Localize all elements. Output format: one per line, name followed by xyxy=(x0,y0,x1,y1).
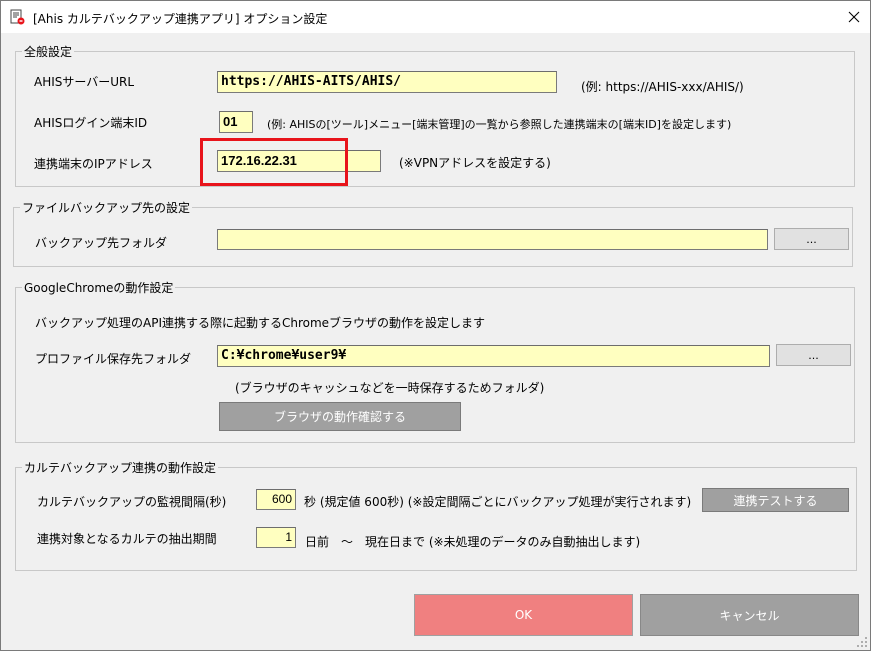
chrome-settings-legend: GoogleChromeの動作設定 xyxy=(22,279,176,296)
ok-button[interactable]: OK xyxy=(414,594,633,636)
app-icon xyxy=(10,9,25,25)
period-input[interactable]: 1 xyxy=(256,527,296,548)
login-id-label: AHISログイン端末ID xyxy=(34,116,148,130)
server-url-hint: (例: https://AHIS-xxx/AHIS/) xyxy=(581,80,744,94)
period-hint: 日前 ～ 現在日まで (※未処理のデータのみ自動抽出します) xyxy=(305,535,641,549)
backup-folder-input[interactable] xyxy=(217,229,768,250)
window-title: [Ahis カルテバックアップ連携アプリ] オプション設定 xyxy=(33,12,328,26)
profile-folder-hint: (ブラウザのキャッシュなどを一時保存するためフォルダ) xyxy=(235,381,545,395)
login-id-input[interactable]: 01 xyxy=(219,111,253,133)
interval-hint: 秒 (規定値 600秒) (※設定間隔ごとにバックアップ処理が実行されます) xyxy=(304,495,692,509)
karte-settings-legend: カルテバックアップ連携の動作設定 xyxy=(22,459,219,476)
period-label: 連携対象となるカルテの抽出期間 xyxy=(37,532,217,546)
cancel-button[interactable]: キャンセル xyxy=(640,594,859,636)
backup-browse-button[interactable]: ... xyxy=(774,228,849,250)
karte-settings-group xyxy=(15,467,857,571)
general-settings-legend: 全般設定 xyxy=(22,43,75,60)
browser-check-button[interactable]: ブラウザの動作確認する xyxy=(219,402,461,431)
title-bar: [Ahis カルテバックアップ連携アプリ] オプション設定 xyxy=(1,1,870,33)
options-dialog: [Ahis カルテバックアップ連携アプリ] オプション設定 全般設定 AHISサ… xyxy=(0,0,871,651)
ip-address-hint: (※VPNアドレスを設定する) xyxy=(399,156,551,170)
close-button[interactable] xyxy=(837,1,870,33)
ip-highlight-box xyxy=(200,138,348,186)
profile-folder-input[interactable]: C:¥chrome¥user9¥ xyxy=(217,345,770,367)
login-id-hint: (例: AHISの[ツール]メニュー[端末管理]の一覧から参照した連携端末の[端… xyxy=(267,118,732,131)
server-url-label: AHISサーバーURL xyxy=(34,75,135,89)
close-icon xyxy=(848,11,859,23)
connection-test-button[interactable]: 連携テストする xyxy=(702,488,849,512)
profile-folder-label: プロファイル保存先フォルダ xyxy=(35,352,192,366)
interval-label: カルテバックアップの監視間隔(秒) xyxy=(37,495,227,509)
backup-settings-legend: ファイルバックアップ先の設定 xyxy=(20,199,193,216)
ip-address-label: 連携端末のIPアドレス xyxy=(34,157,153,171)
interval-input[interactable]: 600 xyxy=(256,489,296,510)
backup-folder-label: バックアップ先フォルダ xyxy=(35,236,168,250)
server-url-input[interactable]: https://AHIS-AITS/AHIS/ xyxy=(217,71,557,93)
resize-grip-icon[interactable] xyxy=(856,636,868,648)
profile-browse-button[interactable]: ... xyxy=(776,344,851,366)
chrome-description: バックアップ処理のAPI連携する際に起動するChromeブラウザの動作を設定しま… xyxy=(35,316,486,330)
